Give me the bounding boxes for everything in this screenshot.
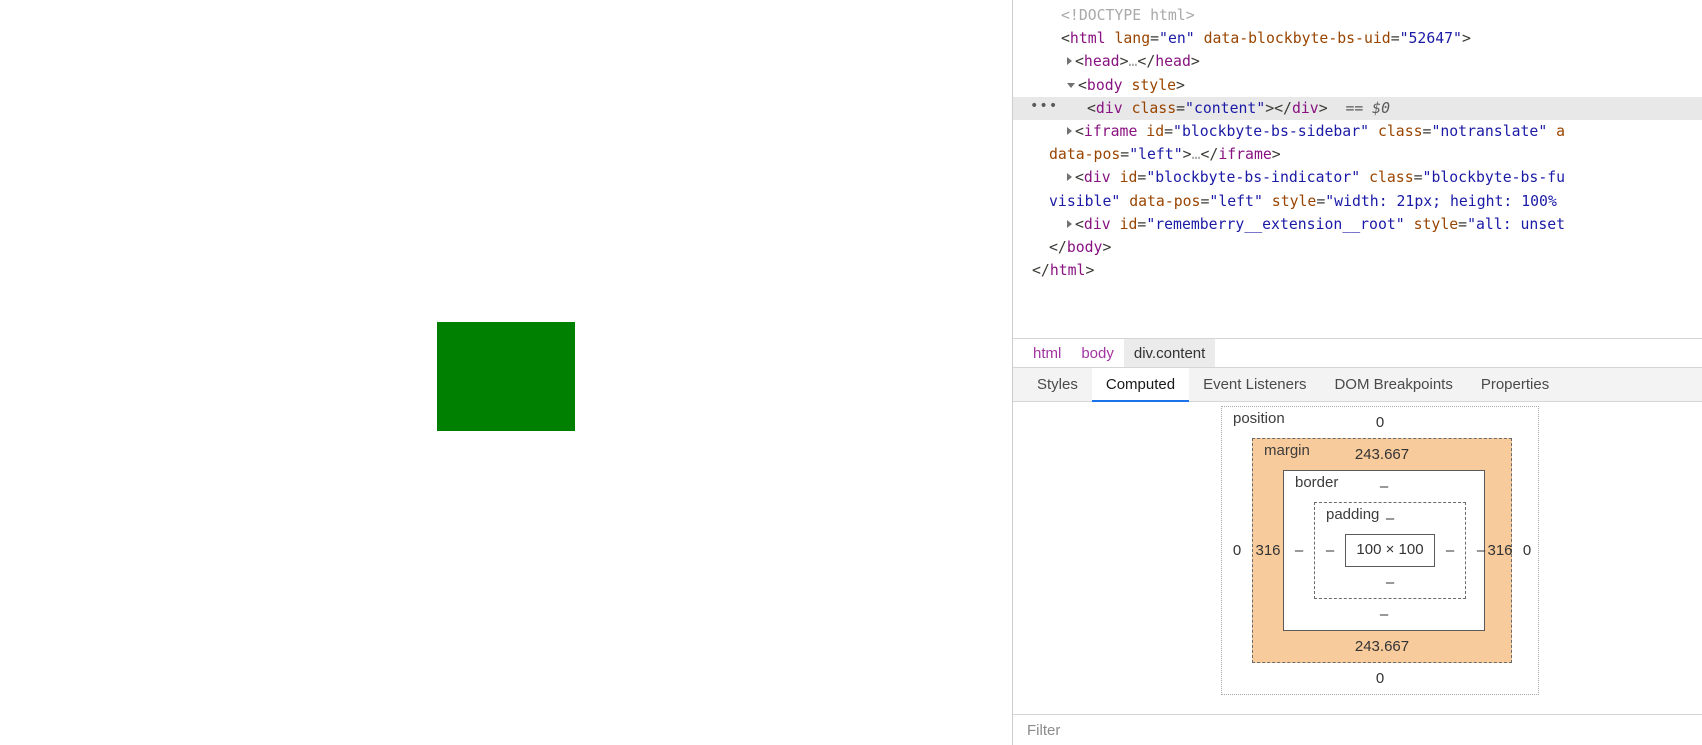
breadcrumb-item-body[interactable]: body [1071,339,1124,367]
expand-triangle-icon[interactable] [1067,173,1072,182]
box-model-padding-label: padding [1326,506,1380,523]
position-left-value[interactable]: 0 [1222,438,1252,663]
border-right-value[interactable]: – [1466,502,1496,599]
more-options-icon[interactable]: ••• [1030,99,1058,113]
dom-line-doctype[interactable]: <!DOCTYPE html> [1013,4,1702,27]
margin-bottom-value[interactable]: 243.667 [1253,631,1511,662]
breadcrumb-item-html[interactable]: html [1023,339,1071,367]
computed-pane: position 0 0 margin 243.667 316 border – [1013,402,1702,714]
margin-left-value[interactable]: 316 [1253,470,1283,631]
box-model-padding-layer[interactable]: padding – – 100 × 100 – – [1314,502,1466,599]
attr-lang-value: "en" [1159,30,1195,48]
doctype-text: <!DOCTYPE html> [1061,7,1195,24]
devtools-tab-bar: Styles Computed Event Listeners DOM Brea… [1013,367,1702,402]
dom-line-head[interactable]: <head>…</head> [1013,50,1702,73]
dom-line-html[interactable]: <html lang="en" data-blockbyte-bs-uid="5… [1013,27,1702,50]
box-model-position-label: position [1233,410,1285,427]
attr-uid-value: "52647" [1399,30,1462,48]
position-bottom-value[interactable]: 0 [1222,663,1538,694]
box-model-diagram: position 0 0 margin 243.667 316 border – [1221,406,1539,695]
collapse-triangle-icon[interactable] [1067,82,1075,88]
dom-line-div-content[interactable]: ••• <div class="content"></div> == $0 [1013,96,1702,120]
dom-line-indicator-wrap[interactable]: visible" data-pos="left" style="width: 2… [1013,190,1702,213]
attr-uid: data-blockbyte-bs-uid [1203,30,1391,48]
tab-dom-breakpoints[interactable]: DOM Breakpoints [1320,368,1466,401]
dom-line-div-rememberry[interactable]: <div id="rememberry__extension__root" st… [1013,213,1702,236]
filter-placeholder: Filter [1027,721,1061,739]
border-left-value[interactable]: – [1284,502,1314,599]
padding-right-value[interactable]: – [1435,534,1465,567]
box-model-margin-label: margin [1264,442,1310,459]
tab-computed[interactable]: Computed [1091,368,1190,402]
position-right-value[interactable]: 0 [1512,438,1542,663]
dom-line-iframe[interactable]: <iframe id="blockbyte-bs-sidebar" class=… [1013,120,1702,143]
padding-bottom-value[interactable]: – [1315,567,1465,598]
expand-triangle-icon[interactable] [1067,219,1072,228]
box-model-margin-layer[interactable]: margin 243.667 316 border – – padding – … [1252,438,1513,663]
box-model-position-layer[interactable]: position 0 0 margin 243.667 316 border – [1221,406,1539,695]
breadcrumb: html body div.content [1013,338,1702,367]
expand-triangle-icon[interactable] [1067,126,1072,135]
box-model-border-label: border [1295,474,1339,491]
devtools-panel: <!DOCTYPE html> <html lang="en" data-blo… [1012,0,1702,745]
tab-properties[interactable]: Properties [1467,368,1563,401]
box-model-content-size[interactable]: 100 × 100 [1345,534,1435,567]
dom-line-div-indicator[interactable]: <div id="blockbyte-bs-indicator" class="… [1013,166,1702,189]
padding-left-value[interactable]: – [1315,534,1345,567]
breadcrumb-item-div-content[interactable]: div.content [1123,339,1216,367]
tab-styles[interactable]: Styles [1023,368,1092,401]
dom-line-iframe-wrap[interactable]: data-pos="left">…</iframe> [1013,143,1702,166]
dom-line-html-close[interactable]: </html> [1013,259,1702,282]
tab-event-listeners[interactable]: Event Listeners [1189,368,1320,401]
dom-line-body-close[interactable]: </body> [1013,236,1702,259]
green-content-box[interactable] [437,322,575,431]
dom-line-body[interactable]: <body style> [1013,74,1702,97]
box-model-border-layer[interactable]: border – – padding – – 100 × 100 – – – – [1283,470,1485,631]
border-bottom-value[interactable]: – [1284,599,1484,630]
dom-tree[interactable]: <!DOCTYPE html> <html lang="en" data-blo… [1013,0,1702,338]
page-viewport [0,0,1012,745]
computed-filter-bar[interactable]: Filter [1013,714,1702,745]
attr-lang: lang [1114,30,1151,48]
expand-triangle-icon[interactable] [1067,57,1072,66]
